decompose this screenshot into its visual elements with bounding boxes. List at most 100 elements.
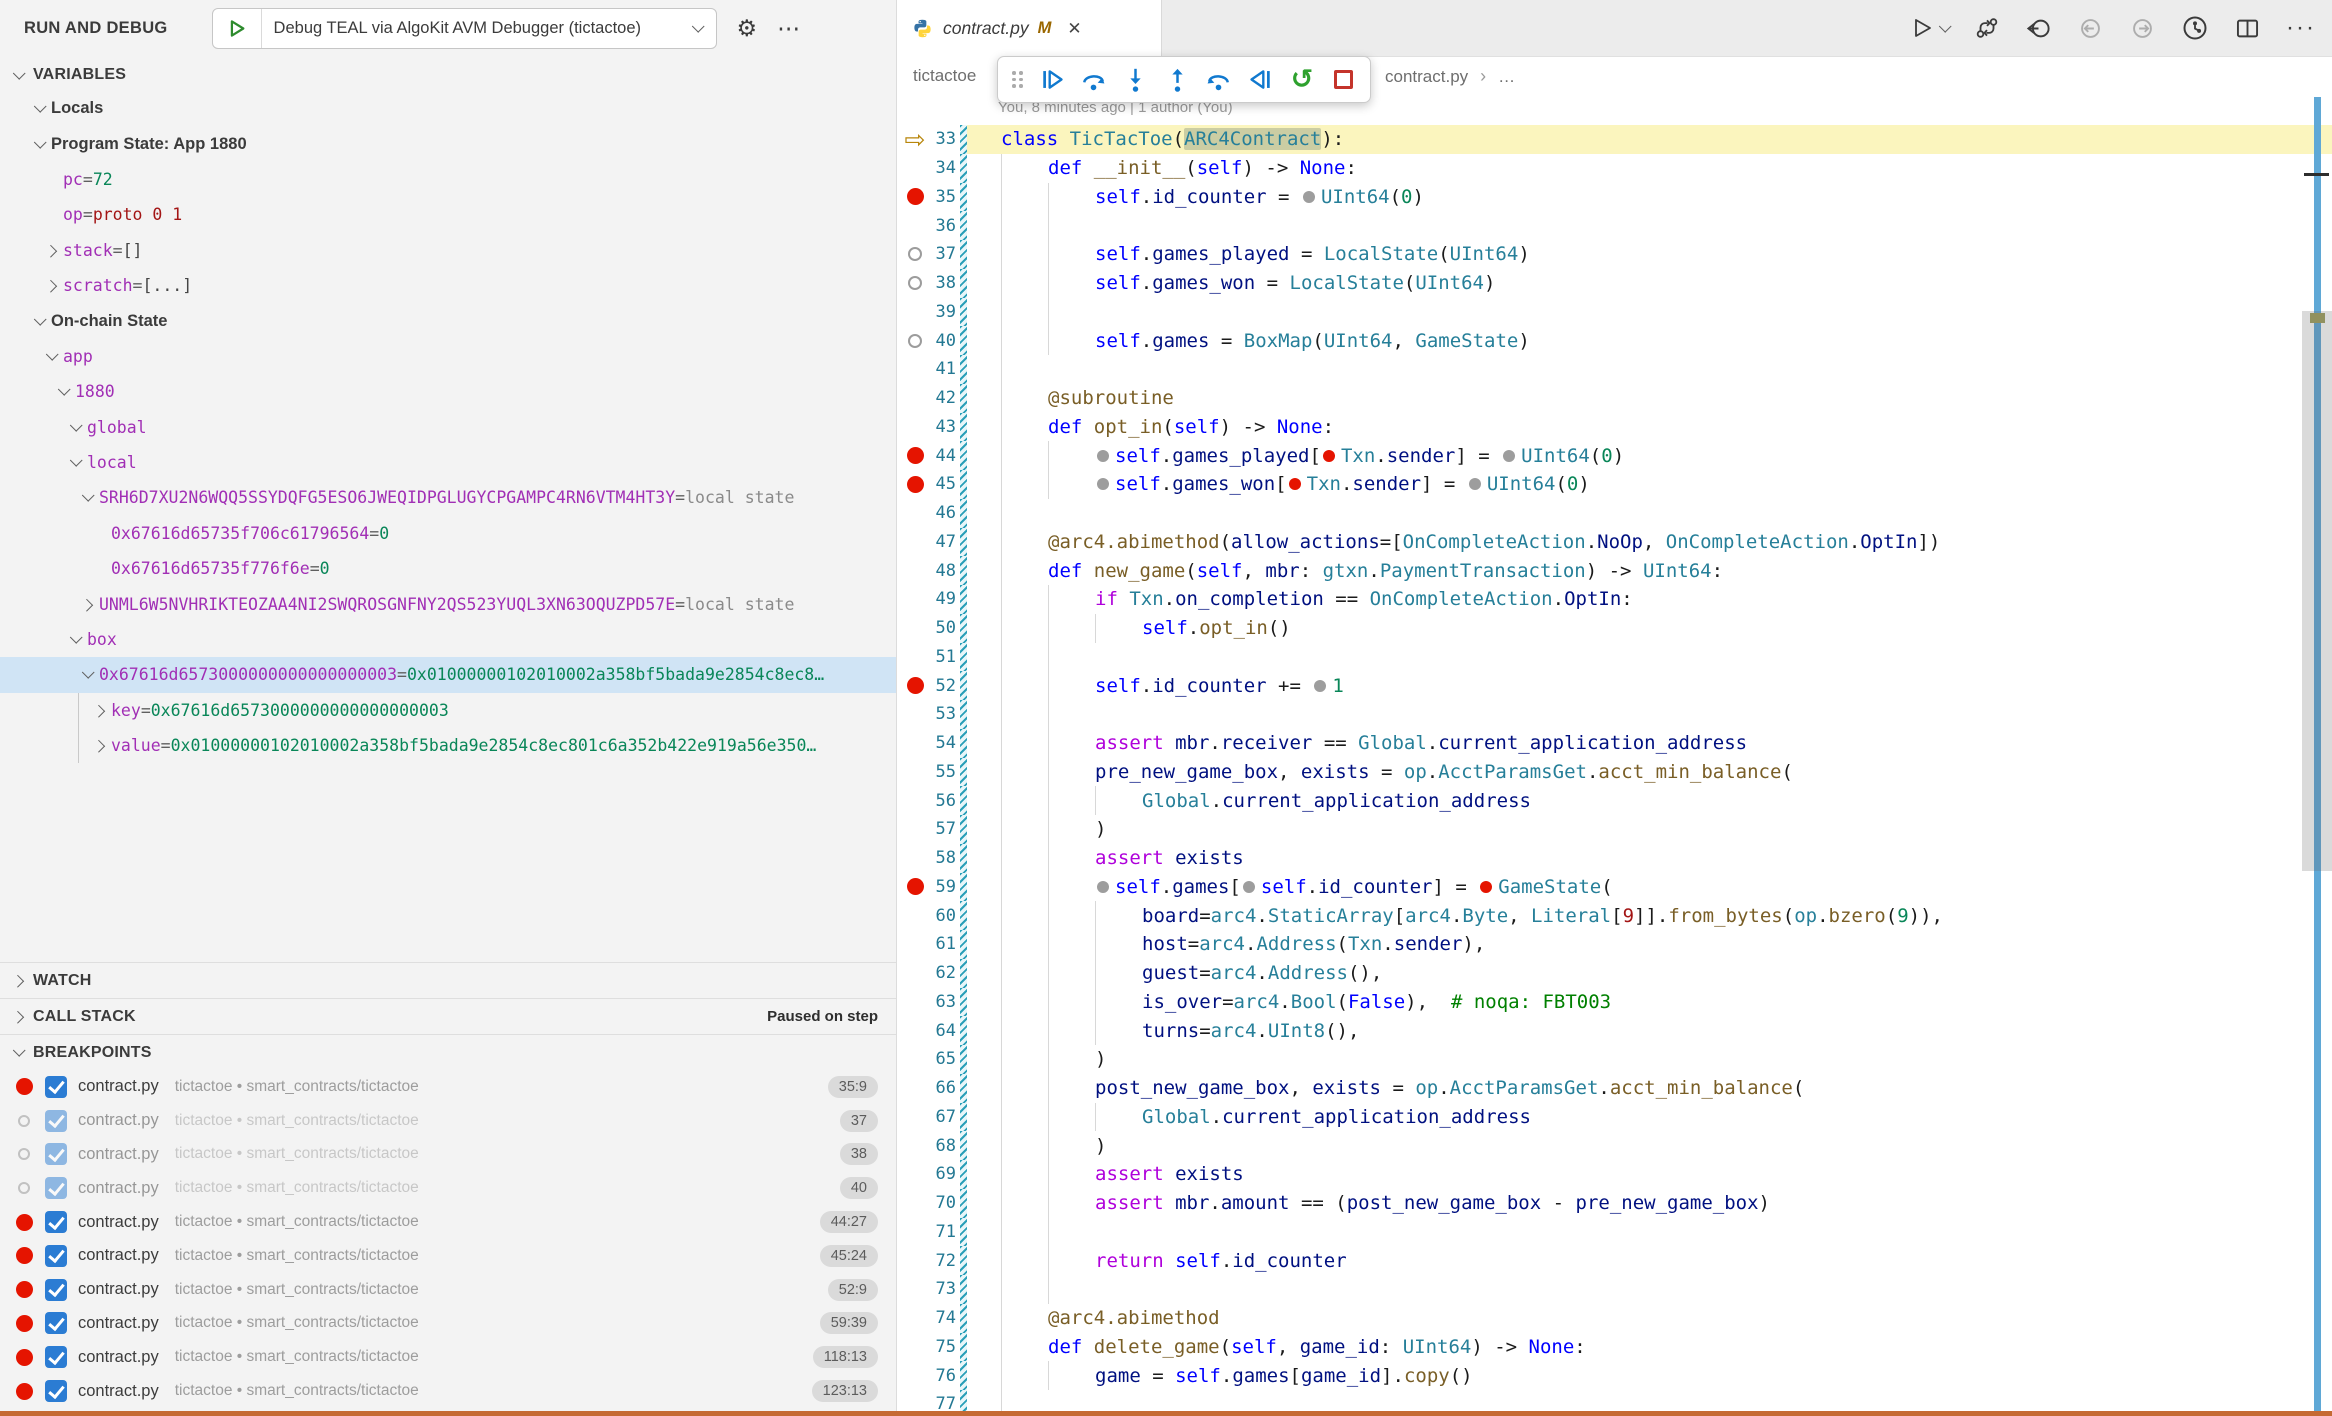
breadcrumb-symbol-more[interactable]: … (1498, 67, 1515, 87)
code-line[interactable]: 49if Txn.on_completion == OnCompleteActi… (898, 585, 2332, 614)
code-line[interactable]: 66post_new_game_box, exists = op.AcctPar… (898, 1074, 2332, 1103)
breakpoint-checkbox[interactable] (45, 1346, 67, 1368)
variable-row[interactable]: Program State: App 1880 (0, 126, 896, 161)
section-watch[interactable]: WATCH (0, 962, 896, 998)
inline-breakpoint-candidate-icon[interactable] (1503, 450, 1515, 462)
code-line[interactable]: 75def delete_game(self, game_id: UInt64)… (898, 1333, 2332, 1362)
gutter-breakpoint-cell[interactable] (898, 1275, 932, 1304)
gutter-breakpoint-cell[interactable] (898, 671, 932, 700)
gutter-breakpoint-cell[interactable] (898, 528, 932, 557)
breakpoint-checkbox[interactable] (45, 1380, 67, 1402)
gutter-breakpoint-cell[interactable] (898, 815, 932, 844)
gutter-breakpoint-cell[interactable] (898, 470, 932, 499)
gutter-breakpoint-cell[interactable] (898, 211, 932, 240)
gutter-breakpoint-cell[interactable] (898, 183, 932, 212)
code-line[interactable]: 54assert mbr.receiver == Global.current_… (898, 729, 2332, 758)
close-icon[interactable]: ✕ (1067, 19, 1081, 39)
code-line[interactable]: 61host=arc4.Address(Txn.sender), (898, 930, 2332, 959)
more-actions-icon[interactable]: ··· (2286, 14, 2316, 42)
gutter-breakpoint-cell[interactable] (898, 413, 932, 442)
variable-row[interactable]: local (0, 445, 896, 480)
breakpoint-checkbox[interactable] (45, 1279, 67, 1301)
code-line[interactable]: 48def new_game(self, mbr: gtxn.PaymentTr… (898, 556, 2332, 585)
code-line[interactable]: 58assert exists (898, 844, 2332, 873)
overview-ruler[interactable] (2302, 97, 2332, 1411)
reverse-continue-button[interactable] (1244, 62, 1277, 98)
gutter-breakpoint-cell[interactable] (898, 844, 932, 873)
code-area[interactable]: ⇨33class TicTacToe(ARC4Contract):34def _… (898, 125, 2332, 1416)
variable-row[interactable]: scratch = [...] (0, 268, 896, 303)
code-line[interactable]: 64turns=arc4.UInt8(), (898, 1016, 2332, 1045)
breadcrumb-root[interactable]: tictactoe (913, 66, 976, 86)
tab-contract-py[interactable]: contract.py M ✕ (898, 0, 1162, 57)
gutter-breakpoint-cell[interactable] (898, 1103, 932, 1132)
gutter-breakpoint-cell[interactable] (898, 1218, 932, 1247)
variable-row[interactable]: stack = [] (0, 233, 896, 268)
inline-breakpoint-candidate-icon[interactable] (1314, 680, 1326, 692)
variable-row[interactable]: key = 0x67616d6573000000000000000003 (0, 693, 896, 728)
next-change-icon[interactable] (2129, 15, 2156, 42)
gutter-breakpoint-cell[interactable] (898, 1246, 932, 1275)
code-line[interactable]: 62guest=arc4.Address(), (898, 959, 2332, 988)
gutter-breakpoint-cell[interactable] (898, 643, 932, 672)
variable-row[interactable]: SRH6D7XU2N6WQQ5SSYDQFG5ESO6JWEQIDPGLUGYC… (0, 480, 896, 515)
gutter-breakpoint-cell[interactable] (898, 758, 932, 787)
stop-button[interactable] (1327, 62, 1360, 98)
variable-row[interactable]: pc = 72 (0, 162, 896, 197)
inline-breakpoint-candidate-icon[interactable] (1303, 191, 1315, 203)
timeline-icon[interactable] (2181, 14, 2209, 42)
code-line[interactable]: 72return self.id_counter (898, 1246, 2332, 1275)
toolbar-gripper-icon[interactable] (1012, 71, 1023, 88)
gutter-breakpoint-cell[interactable] (898, 1304, 932, 1333)
gutter-breakpoint-cell[interactable] (898, 901, 932, 930)
code-line[interactable]: 35self.id_counter = UInt64(0) (898, 183, 2332, 212)
code-line[interactable]: 45self.games_won[Txn.sender] = UInt64(0) (898, 470, 2332, 499)
breakpoint-checkbox[interactable] (45, 1211, 67, 1233)
variable-row[interactable]: app (0, 339, 896, 374)
inline-breakpoint-icon[interactable] (1480, 881, 1492, 893)
inline-breakpoint-icon[interactable] (1323, 450, 1335, 462)
inline-breakpoint-candidate-icon[interactable] (1097, 881, 1109, 893)
code-line[interactable]: 36 (898, 211, 2332, 240)
variable-row[interactable]: Locals (0, 91, 896, 126)
code-line[interactable]: 51 (898, 643, 2332, 672)
scrollbar-thumb[interactable] (2302, 311, 2332, 871)
code-line[interactable]: 50self.opt_in() (898, 614, 2332, 643)
code-line[interactable]: 55pre_new_game_box, exists = op.AcctPara… (898, 758, 2332, 787)
code-line[interactable]: 42@subroutine (898, 384, 2332, 413)
breakpoint-checkbox[interactable] (45, 1245, 67, 1267)
gutter-breakpoint-cell[interactable] (898, 959, 932, 988)
inline-breakpoint-candidate-icon[interactable] (1097, 478, 1109, 490)
code-line[interactable]: 60board=arc4.StaticArray[arc4.Byte, Lite… (898, 901, 2332, 930)
code-line[interactable]: 59self.games[self.id_counter] = GameStat… (898, 873, 2332, 902)
breakpoint-row[interactable]: contract.pytictactoe • smart_contracts/t… (0, 1070, 896, 1104)
gutter-breakpoint-cell[interactable] (898, 1045, 932, 1074)
start-debug-button[interactable] (213, 9, 262, 48)
code-line[interactable]: 40self.games = BoxMap(UInt64, GameState) (898, 326, 2332, 355)
gutter-breakpoint-cell[interactable] (898, 700, 932, 729)
code-line[interactable]: 69assert exists (898, 1160, 2332, 1189)
variable-row[interactable]: value = 0x01000000102010002a358bf5bada9e… (0, 728, 896, 763)
gutter-breakpoint-cell[interactable] (898, 1074, 932, 1103)
breakpoint-row[interactable]: contract.pytictactoe • smart_contracts/t… (0, 1374, 896, 1408)
code-line[interactable]: 38self.games_won = LocalState(UInt64) (898, 269, 2332, 298)
gutter-breakpoint-cell[interactable] (898, 154, 932, 183)
variable-row[interactable]: 0x67616d65735f706c61796564 = 0 (0, 516, 896, 551)
code-line[interactable]: 47@arc4.abimethod(allow_actions=[OnCompl… (898, 528, 2332, 557)
variable-row[interactable]: On-chain State (0, 303, 896, 338)
code-line[interactable]: 63is_over=arc4.Bool(False), # noqa: FBT0… (898, 988, 2332, 1017)
split-editor-icon[interactable] (2234, 15, 2261, 42)
code-line[interactable]: 67Global.current_application_address (898, 1103, 2332, 1132)
run-python-file-button[interactable] (1910, 16, 1949, 40)
gutter-breakpoint-cell[interactable] (898, 1333, 932, 1362)
breakpoint-row[interactable]: contract.pytictactoe • smart_contracts/t… (0, 1273, 896, 1307)
code-line[interactable]: 43def opt_in(self) -> None: (898, 413, 2332, 442)
code-line[interactable]: 34def __init__(self) -> None: (898, 154, 2332, 183)
variable-row[interactable]: box (0, 622, 896, 657)
gutter-breakpoint-cell[interactable] (898, 1131, 932, 1160)
variable-row[interactable]: 0x67616d65735f776f6e = 0 (0, 551, 896, 586)
inline-breakpoint-candidate-icon[interactable] (1097, 450, 1109, 462)
restart-button[interactable]: ↺ (1286, 62, 1319, 98)
code-line[interactable]: 53 (898, 700, 2332, 729)
gutter-breakpoint-cell[interactable] (898, 269, 932, 298)
